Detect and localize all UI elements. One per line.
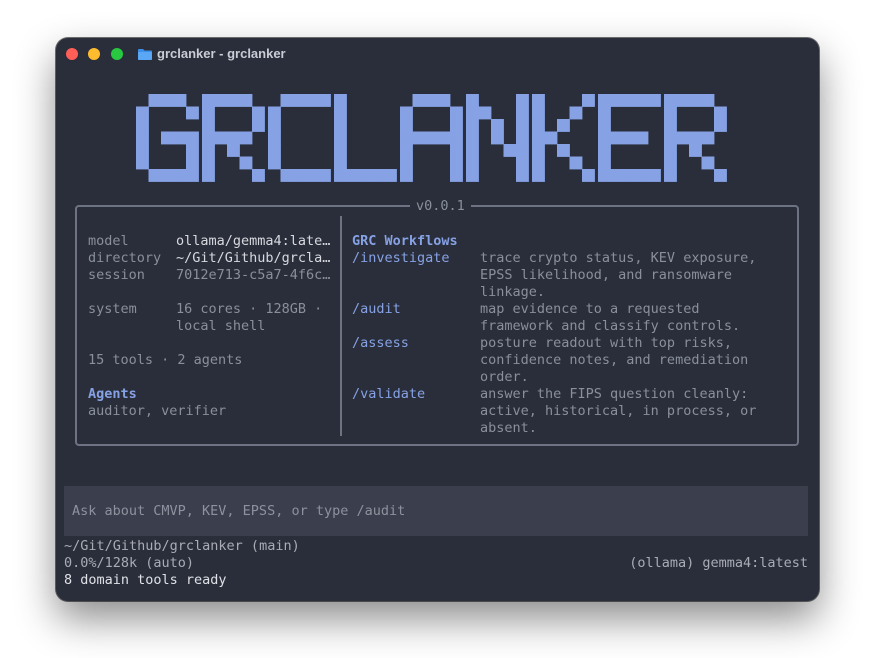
workflow-command-assess[interactable]: /assess xyxy=(352,335,409,352)
status-context: 0.0%/128k (auto) xyxy=(64,555,195,571)
workflow-desc-investigate-2: EPSS likelihood, and ransomware xyxy=(480,267,732,283)
prompt-placeholder: Ask about CMVP, KEV, EPSS, or type /audi… xyxy=(72,503,406,519)
window-title: grclanker - grclanker xyxy=(157,46,286,61)
workflow-desc-assess-1: posture readout with top risks, xyxy=(480,335,732,351)
system-value-line2: local shell xyxy=(176,318,266,334)
workflow-desc-investigate-1: trace crypto status, KEV exposure, xyxy=(480,250,757,266)
tools-summary: 15 tools · 2 agents xyxy=(88,352,243,368)
agents-list: auditor, verifier xyxy=(88,403,227,419)
close-button[interactable] xyxy=(66,48,78,60)
grclanker-logo xyxy=(136,94,727,182)
workflow-desc-validate-3: absent. xyxy=(480,420,537,436)
directory-value: ~/Git/Github/grcla… xyxy=(176,250,331,266)
terminal-window: grclanker - grclanker v0.0.1 model ollam… xyxy=(56,38,819,601)
agents-heading: Agents xyxy=(88,386,137,402)
maximize-button[interactable] xyxy=(111,48,123,60)
info-panel: v0.0.1 model ollama/gemma4:late… directo… xyxy=(75,196,799,446)
status-path: ~/Git/Github/grclanker (main) xyxy=(64,538,300,554)
version-label: v0.0.1 xyxy=(410,196,471,216)
panel-divider xyxy=(340,216,342,436)
model-value: ollama/gemma4:late… xyxy=(176,233,331,249)
workflow-desc-investigate-3: linkage. xyxy=(480,284,546,300)
folder-icon xyxy=(138,48,152,60)
workflow-command-validate[interactable]: /validate xyxy=(352,386,425,403)
workflow-desc-validate-1: answer the FIPS question cleanly: xyxy=(480,386,749,402)
session-value: 7012e713-c5a7-4f6c… xyxy=(176,267,331,283)
workflow-desc-audit-2: framework and classify controls. xyxy=(480,318,741,334)
session-label: session xyxy=(88,267,145,283)
title-bar[interactable]: grclanker - grclanker xyxy=(56,38,819,70)
model-label: model xyxy=(88,233,129,249)
system-label: system xyxy=(88,301,137,317)
status-model: (ollama) gemma4:latest xyxy=(629,555,808,571)
workflow-desc-validate-2: active, historical, in process, or xyxy=(480,403,757,419)
workflow-command-investigate[interactable]: /investigate xyxy=(352,250,450,267)
minimize-button[interactable] xyxy=(88,48,100,60)
directory-label: directory xyxy=(88,250,162,266)
window-title-group: grclanker - grclanker xyxy=(138,46,286,61)
workflow-desc-assess-2: confidence notes, and remediation xyxy=(480,352,749,368)
workflow-command-audit[interactable]: /audit xyxy=(352,301,401,318)
system-value-line1: 16 cores · 128GB · xyxy=(176,301,323,317)
status-tools-ready: 8 domain tools ready xyxy=(64,572,227,588)
workflows-heading: GRC Workflows xyxy=(352,233,458,249)
workflow-desc-assess-3: order. xyxy=(480,369,529,385)
workflow-desc-audit-1: map evidence to a requested xyxy=(480,301,700,317)
prompt-input[interactable]: Ask about CMVP, KEV, EPSS, or type /audi… xyxy=(64,486,808,536)
